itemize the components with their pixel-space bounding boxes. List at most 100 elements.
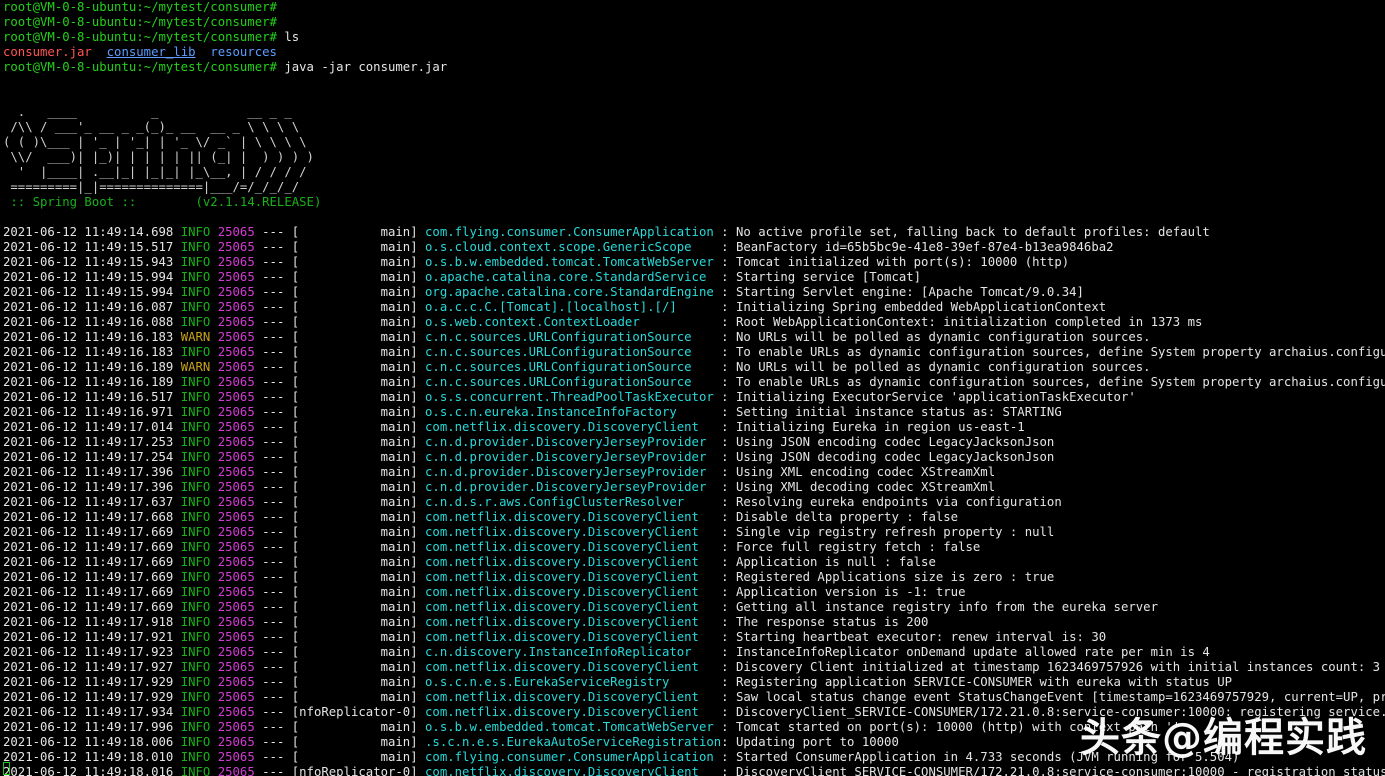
log-timestamp: 2021-06-12 11:49:17.923 [3, 645, 181, 659]
log-separator: --- [ [254, 345, 300, 359]
log-separator: --- [ [254, 240, 300, 254]
log-level: INFO [180, 705, 211, 719]
log-level: INFO [180, 675, 211, 689]
log-separator: --- [ [254, 690, 300, 704]
log-pid: 25065 [210, 570, 255, 584]
log-separator: ] [410, 660, 426, 674]
log-pid: 25065 [210, 345, 255, 359]
log-thread: main [299, 720, 411, 734]
ls-entry[interactable]: consumer_lib [107, 45, 196, 59]
ls-entry[interactable]: consumer.jar [3, 45, 92, 59]
log-separator: --- [ [254, 735, 300, 749]
log-separator: ] [410, 495, 426, 509]
log-message: : Updating port to 10000 [721, 735, 899, 749]
log-separator: ] [410, 645, 426, 659]
log-timestamp: 2021-06-12 11:49:17.927 [3, 660, 181, 674]
log-separator: --- [ [254, 540, 300, 554]
log-separator: ] [410, 630, 426, 644]
log-level: INFO [180, 570, 211, 584]
log-logger: com.netflix.discovery.DiscoveryClient [425, 420, 722, 434]
log-thread: main [299, 450, 411, 464]
log-separator: --- [ [254, 675, 300, 689]
log-level: INFO [180, 525, 211, 539]
log-line: 2021-06-12 11:49:17.254 INFO 25065 --- [… [0, 450, 1385, 465]
log-level: INFO [180, 510, 211, 524]
log-thread: main [299, 735, 411, 749]
terminal-window[interactable]: root@VM-0-8-ubuntu:~/mytest/consumer# roo… [0, 0, 1385, 776]
log-line: 2021-06-12 11:49:16.517 INFO 25065 --- [… [0, 390, 1385, 405]
log-logger: c.n.c.sources.URLConfigurationSource [425, 330, 722, 344]
log-timestamp: 2021-06-12 11:49:17.396 [3, 480, 181, 494]
log-pid: 25065 [210, 705, 255, 719]
log-thread: main [299, 495, 411, 509]
log-line: 2021-06-12 11:49:17.014 INFO 25065 --- [… [0, 420, 1385, 435]
log-thread: main [299, 555, 411, 569]
log-line: 2021-06-12 11:49:17.996 INFO 25065 --- [… [0, 720, 1385, 735]
log-message: : Registered Applications size is zero :… [721, 570, 1055, 584]
log-separator: --- [ [254, 660, 300, 674]
log-separator: ] [410, 510, 426, 524]
shell-session-header: root@VM-0-8-ubuntu:~/mytest/consumer# roo… [0, 0, 1385, 225]
log-thread: main [299, 510, 411, 524]
log-timestamp: 2021-06-12 11:49:17.668 [3, 510, 181, 524]
log-logger: com.netflix.discovery.DiscoveryClient [425, 555, 722, 569]
log-logger: com.netflix.discovery.DiscoveryClient [425, 570, 722, 584]
log-line: 2021-06-12 11:49:18.010 INFO 25065 --- [… [0, 750, 1385, 765]
log-separator: ] [410, 315, 426, 329]
log-pid: 25065 [210, 615, 255, 629]
log-separator: --- [ [254, 615, 300, 629]
log-logger: com.netflix.discovery.DiscoveryClient [425, 540, 722, 554]
log-timestamp: 2021-06-12 11:49:17.669 [3, 555, 181, 569]
log-line: 2021-06-12 11:49:17.929 INFO 25065 --- [… [0, 675, 1385, 690]
log-message: : To enable URLs as dynamic configuratio… [721, 375, 1385, 389]
log-pid: 25065 [210, 360, 255, 374]
log-logger: com.flying.consumer.ConsumerApplication [425, 750, 722, 764]
log-pid: 25065 [210, 555, 255, 569]
log-level: INFO [180, 255, 211, 269]
log-line: 2021-06-12 11:49:17.669 INFO 25065 --- [… [0, 570, 1385, 585]
log-logger: o.s.c.n.e.s.EurekaServiceRegistry [425, 675, 722, 689]
log-line: 2021-06-12 11:49:18.006 INFO 25065 --- [… [0, 735, 1385, 750]
log-message: : Disable delta property : false [721, 510, 959, 524]
log-separator: --- [ [254, 330, 300, 344]
log-separator: --- [ [254, 480, 300, 494]
log-timestamp: 2021-06-12 11:49:17.929 [3, 690, 181, 704]
log-line: 2021-06-12 11:49:17.253 INFO 25065 --- [… [0, 435, 1385, 450]
log-line: 2021-06-12 11:49:17.927 INFO 25065 --- [… [0, 660, 1385, 675]
log-timestamp: 2021-06-12 11:49:18.006 [3, 735, 181, 749]
log-message: : DiscoveryClient_SERVICE-CONSUMER/172.2… [721, 765, 1385, 776]
log-line: 2021-06-12 11:49:16.189 INFO 25065 --- [… [0, 375, 1385, 390]
log-separator: ] [410, 435, 426, 449]
spring-banner-art-line: ( ( )\___ | '_ | '_| | '_ \/ _` | \ \ \ … [3, 135, 307, 149]
log-thread: main [299, 360, 411, 374]
log-message: : To enable URLs as dynamic configuratio… [721, 345, 1385, 359]
log-separator: --- [ [254, 225, 300, 239]
log-thread: main [299, 585, 411, 599]
log-separator: --- [ [254, 270, 300, 284]
log-pid: 25065 [210, 330, 255, 344]
log-message: : No URLs will be polled as dynamic conf… [721, 360, 1151, 374]
log-message: : Application version is -1: true [721, 585, 966, 599]
log-separator: ] [410, 585, 426, 599]
log-logger: com.netflix.discovery.DiscoveryClient [425, 615, 722, 629]
log-timestamp: 2021-06-12 11:49:17.934 [3, 705, 181, 719]
log-separator: --- [ [254, 765, 300, 776]
log-thread: main [299, 375, 411, 389]
log-line: 2021-06-12 11:49:17.669 INFO 25065 --- [… [0, 585, 1385, 600]
log-pid: 25065 [210, 420, 255, 434]
log-separator: ] [410, 765, 426, 776]
log-pid: 25065 [210, 435, 255, 449]
log-pid: 25065 [210, 645, 255, 659]
log-separator: --- [ [254, 375, 300, 389]
log-pid: 25065 [210, 525, 255, 539]
log-line: 2021-06-12 11:49:17.668 INFO 25065 --- [… [0, 510, 1385, 525]
log-separator: ] [410, 465, 426, 479]
log-level: INFO [180, 450, 211, 464]
log-timestamp: 2021-06-12 11:49:16.971 [3, 405, 181, 419]
log-message: : InstanceInfoReplicator onDemand update… [721, 645, 1210, 659]
ls-entry[interactable]: resources [210, 45, 277, 59]
log-pid: 25065 [210, 675, 255, 689]
log-message: : Saw local status change event StatusCh… [721, 690, 1385, 704]
log-line: 2021-06-12 11:49:17.918 INFO 25065 --- [… [0, 615, 1385, 630]
